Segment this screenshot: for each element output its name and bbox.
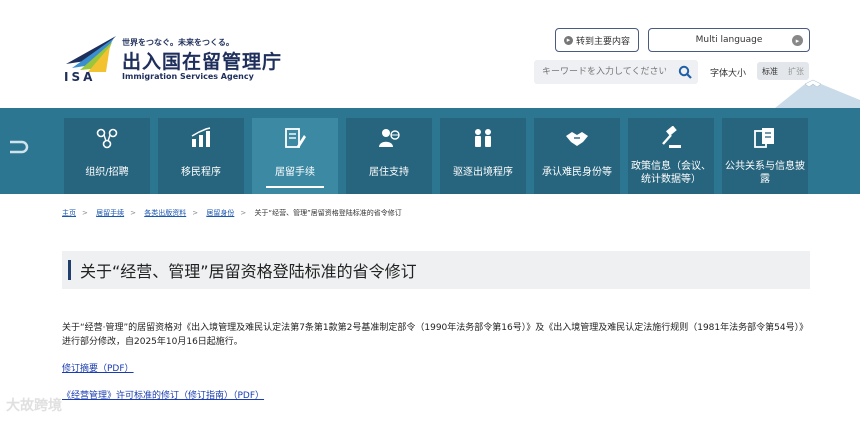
nav-label-immigration: 移民程序 xyxy=(181,167,221,178)
logo-abbreviation: ISA xyxy=(64,70,96,84)
nav-item-organization[interactable]: 组织/招聘 xyxy=(64,118,150,194)
revision-summary-pdf-link[interactable]: 修订摘要（PDF） xyxy=(62,361,134,374)
breadcrumb-current: 关于“经营、管理”居留资格登陆标准的省令修订 xyxy=(254,209,402,217)
skip-to-content-label: 转到主要内容 xyxy=(575,36,630,47)
breadcrumb: 主页 > 居留手续 > 各类出版资料 > 居留身份 > 关于“经营、管理”居留资格登陆标… xyxy=(62,208,402,218)
intro-paragraph: 关于“经营·管理”的居留资格对《出入境管理及难民认定法第7条第1款第2号基准制定… xyxy=(62,323,809,347)
search-input[interactable] xyxy=(534,60,674,84)
watermark: 大故跨境 xyxy=(6,398,62,414)
agency-name-jp: 出入国在留管理庁 xyxy=(122,51,283,73)
nav-label-residence: 居留手续 xyxy=(275,167,315,178)
agency-name-en: Immigration Services Agency xyxy=(122,72,254,81)
handshake-icon xyxy=(566,132,588,146)
nav-label-deportation: 驱逐出境程序 xyxy=(453,167,513,178)
documents-icon xyxy=(754,128,774,148)
nav-item-policy[interactable]: 政策信息（会议、统计数据等） xyxy=(628,118,714,194)
breadcrumb-residence[interactable]: 居留手续 xyxy=(96,209,124,217)
document-edit-icon xyxy=(285,128,306,148)
agency-logo[interactable]: ISA 世界をつなぐ。未来をつくる。 出入国在留管理庁 Immigration … xyxy=(62,34,292,84)
breadcrumb-status[interactable]: 居留身份 xyxy=(206,209,234,217)
breadcrumb-separator: > xyxy=(192,209,199,217)
nav-item-living-support[interactable]: 居住支持 xyxy=(346,118,432,194)
nav-label-organization: 组织/招聘 xyxy=(85,167,129,178)
gavel-icon xyxy=(662,126,681,148)
nav-item-immigration[interactable]: 移民程序 xyxy=(158,118,244,194)
nav-item-residence[interactable]: 居留手续 xyxy=(252,118,338,194)
nav-label-living-support: 居住支持 xyxy=(369,167,409,178)
revision-guide-pdf-link[interactable]: 《经营管理》许可标准的修订（修订指南）（PDF） xyxy=(62,388,264,401)
search-box xyxy=(534,60,698,84)
person-globe-icon xyxy=(379,129,400,147)
search-icon[interactable] xyxy=(678,65,692,79)
decorative-bracket-icon xyxy=(10,140,29,154)
nav-label-policy: 政策信息（会议、统计数据等） xyxy=(631,161,711,185)
page-title-bar: 关于“经营、管理”居留资格登陆标准的省令修订 xyxy=(62,251,810,289)
page-title: 关于“经营、管理”居留资格登陆标准的省令修订 xyxy=(80,262,417,281)
mount-fuji-illustration xyxy=(775,79,860,108)
title-accent-bar xyxy=(68,260,71,280)
nav-label-public-relations: 公共关系与信息披露 xyxy=(725,161,805,185)
multi-language-button[interactable]: Multi language ▸ xyxy=(648,28,810,52)
people-icon xyxy=(475,129,491,147)
chevron-circle-icon: ▸ xyxy=(792,35,803,46)
main-navigation: 组织/招聘 移民程序 居留手续 居住支持 驱逐出境程序 承认难民身份等 政策信息… xyxy=(0,108,860,194)
breadcrumb-separator: > xyxy=(130,209,136,217)
logo-mark-icon xyxy=(66,36,116,72)
organization-icon xyxy=(96,128,118,149)
font-size-label: 字体大小 xyxy=(710,69,747,79)
nav-item-deportation[interactable]: 驱逐出境程序 xyxy=(440,118,526,194)
multi-language-label: Multi language xyxy=(695,35,763,45)
nav-label-refugee: 承认难民身份等 xyxy=(542,167,612,178)
site-header: ISA 世界をつなぐ。未来をつくる。 出入国在留管理庁 Immigration … xyxy=(0,0,860,108)
breadcrumb-home[interactable]: 主页 xyxy=(62,209,76,217)
arrow-circle-icon: ▸ xyxy=(563,35,573,45)
nav-item-refugee[interactable]: 承认难民身份等 xyxy=(534,118,620,194)
breadcrumb-publications[interactable]: 各类出版资料 xyxy=(144,209,186,217)
breadcrumb-separator: > xyxy=(82,209,88,217)
nav-item-public-relations[interactable]: 公共关系与信息披露 xyxy=(722,118,808,194)
chart-icon xyxy=(191,127,211,147)
skip-to-content-button[interactable]: ▸ 转到主要内容 xyxy=(555,28,639,52)
breadcrumb-separator: > xyxy=(240,209,247,217)
